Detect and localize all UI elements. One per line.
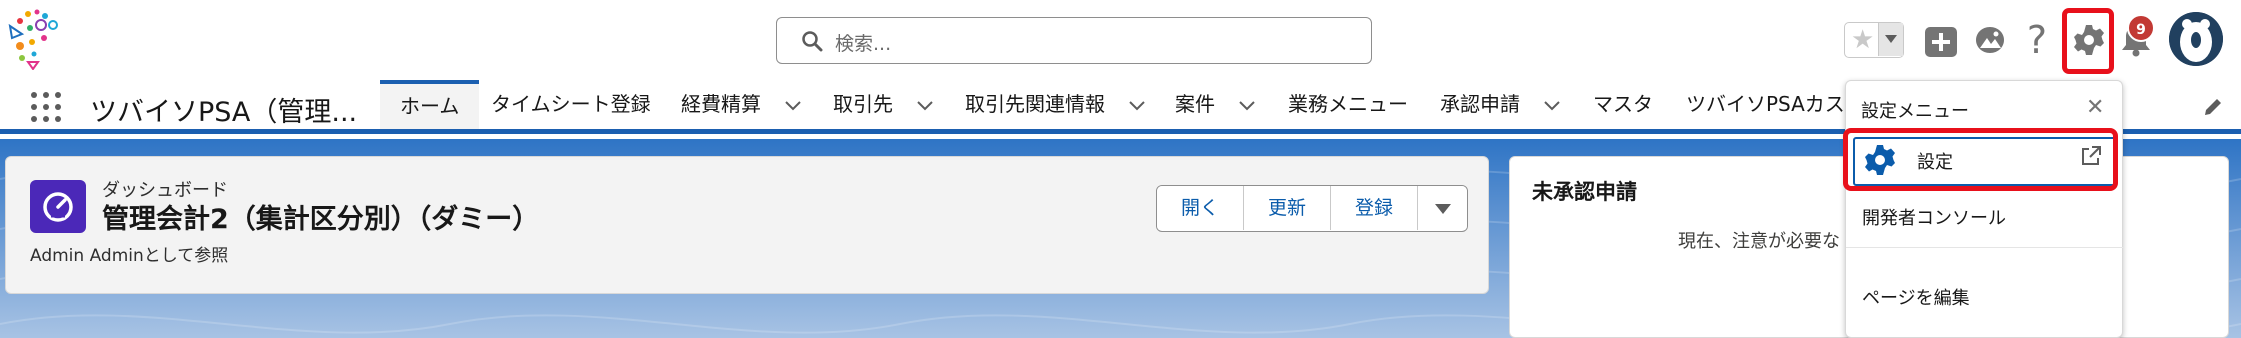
tab-label: ツバイソPSAカス: [1686, 92, 1845, 116]
setup-icon-highlight: [2062, 8, 2114, 74]
tab-timesheet[interactable]: タイムシート登録: [491, 80, 651, 129]
tab-label: 業務メニュー: [1288, 92, 1408, 116]
pending-approvals-title: 未承認申請: [1532, 180, 1637, 204]
search-input[interactable]: 検索...: [776, 17, 1372, 64]
register-button[interactable]: 登録: [1331, 186, 1418, 230]
setup-menu-item-label: 設定: [1917, 152, 1953, 173]
open-button[interactable]: 開く: [1157, 186, 1244, 230]
tab-label: 案件: [1175, 92, 1215, 116]
chevron-down-icon[interactable]: [1544, 100, 1561, 111]
tab-approval[interactable]: 承認申請: [1440, 80, 1561, 129]
tab-label: タイムシート登録: [491, 92, 651, 116]
tab-home[interactable]: ホーム: [380, 80, 480, 129]
dashboard-title: 管理会計2（集計区分別）（ダミー）: [102, 204, 540, 235]
global-actions-plus-icon[interactable]: [1925, 27, 1957, 57]
chevron-down-icon: [1885, 35, 1897, 43]
dashboard-header-card: ダッシュボード 管理会計2（集計区分別）（ダミー） Admin Adminとして…: [5, 156, 1489, 294]
chevron-down-icon[interactable]: [785, 100, 802, 111]
refresh-button[interactable]: 更新: [1244, 186, 1331, 230]
setup-menu-header: 設定メニュー: [1861, 101, 1969, 122]
pencil-icon[interactable]: [2202, 96, 2224, 118]
favorites-button[interactable]: ★: [1844, 22, 1904, 58]
setup-menu-item-edit-page[interactable]: ページを編集: [1862, 284, 1970, 310]
tab-label: マスタ: [1593, 92, 1653, 116]
more-actions-button[interactable]: [1418, 186, 1467, 230]
notification-count-badge: 9: [2127, 14, 2155, 42]
chevron-down-icon: [1434, 204, 1451, 214]
tab-label: ホーム: [400, 94, 460, 118]
app-launcher-icon[interactable]: [30, 91, 62, 123]
close-icon[interactable]: ✕: [2086, 95, 2104, 120]
tab-account-related[interactable]: 取引先関連情報: [965, 80, 1146, 129]
tab-expense[interactable]: 経費精算: [681, 80, 802, 129]
tab-label: 取引先関連情報: [965, 92, 1105, 116]
gauge-icon: [43, 192, 73, 222]
chevron-down-icon[interactable]: [917, 100, 934, 111]
global-header: 検索... ★ ? 9: [0, 0, 2241, 80]
dashboard-icon: [30, 180, 86, 233]
tab-label: 取引先: [833, 92, 893, 116]
dashboard-actions: 開く 更新 登録: [1156, 185, 1468, 232]
user-avatar[interactable]: [2169, 12, 2223, 66]
external-link-icon: [2082, 146, 2101, 165]
pending-approvals-message: 現在、注意が必要な: [1678, 231, 1840, 252]
tab-label: 経費精算: [681, 92, 761, 116]
logo[interactable]: [8, 8, 68, 70]
chevron-down-icon[interactable]: [1239, 100, 1256, 111]
favorites-dropdown[interactable]: [1879, 23, 1903, 56]
astro-avatar-icon: [2169, 12, 2223, 66]
setup-menu-item-developer-console[interactable]: 開発者コンソール: [1862, 204, 2006, 230]
app-name: ツバイソPSA（管理...: [90, 97, 358, 128]
tab-label: 承認申請: [1440, 92, 1520, 116]
trailhead-icon[interactable]: [1972, 24, 2008, 58]
search-placeholder: 検索...: [835, 33, 892, 55]
menu-divider: [1846, 247, 2124, 248]
search-icon: [802, 31, 823, 52]
viewing-as-label: Admin Adminとして参照: [30, 246, 229, 266]
tab-business-menu[interactable]: 業務メニュー: [1288, 80, 1408, 129]
gear-icon: [1865, 145, 1895, 175]
tab-projects[interactable]: 案件: [1175, 80, 1256, 129]
tab-accounts[interactable]: 取引先: [833, 80, 934, 129]
chevron-down-icon[interactable]: [1129, 100, 1146, 111]
tab-master[interactable]: マスタ: [1593, 80, 1653, 129]
star-icon: ★: [1851, 25, 1875, 55]
tab-custom[interactable]: ツバイソPSAカス: [1686, 80, 1845, 129]
help-icon[interactable]: ?: [2022, 18, 2052, 62]
